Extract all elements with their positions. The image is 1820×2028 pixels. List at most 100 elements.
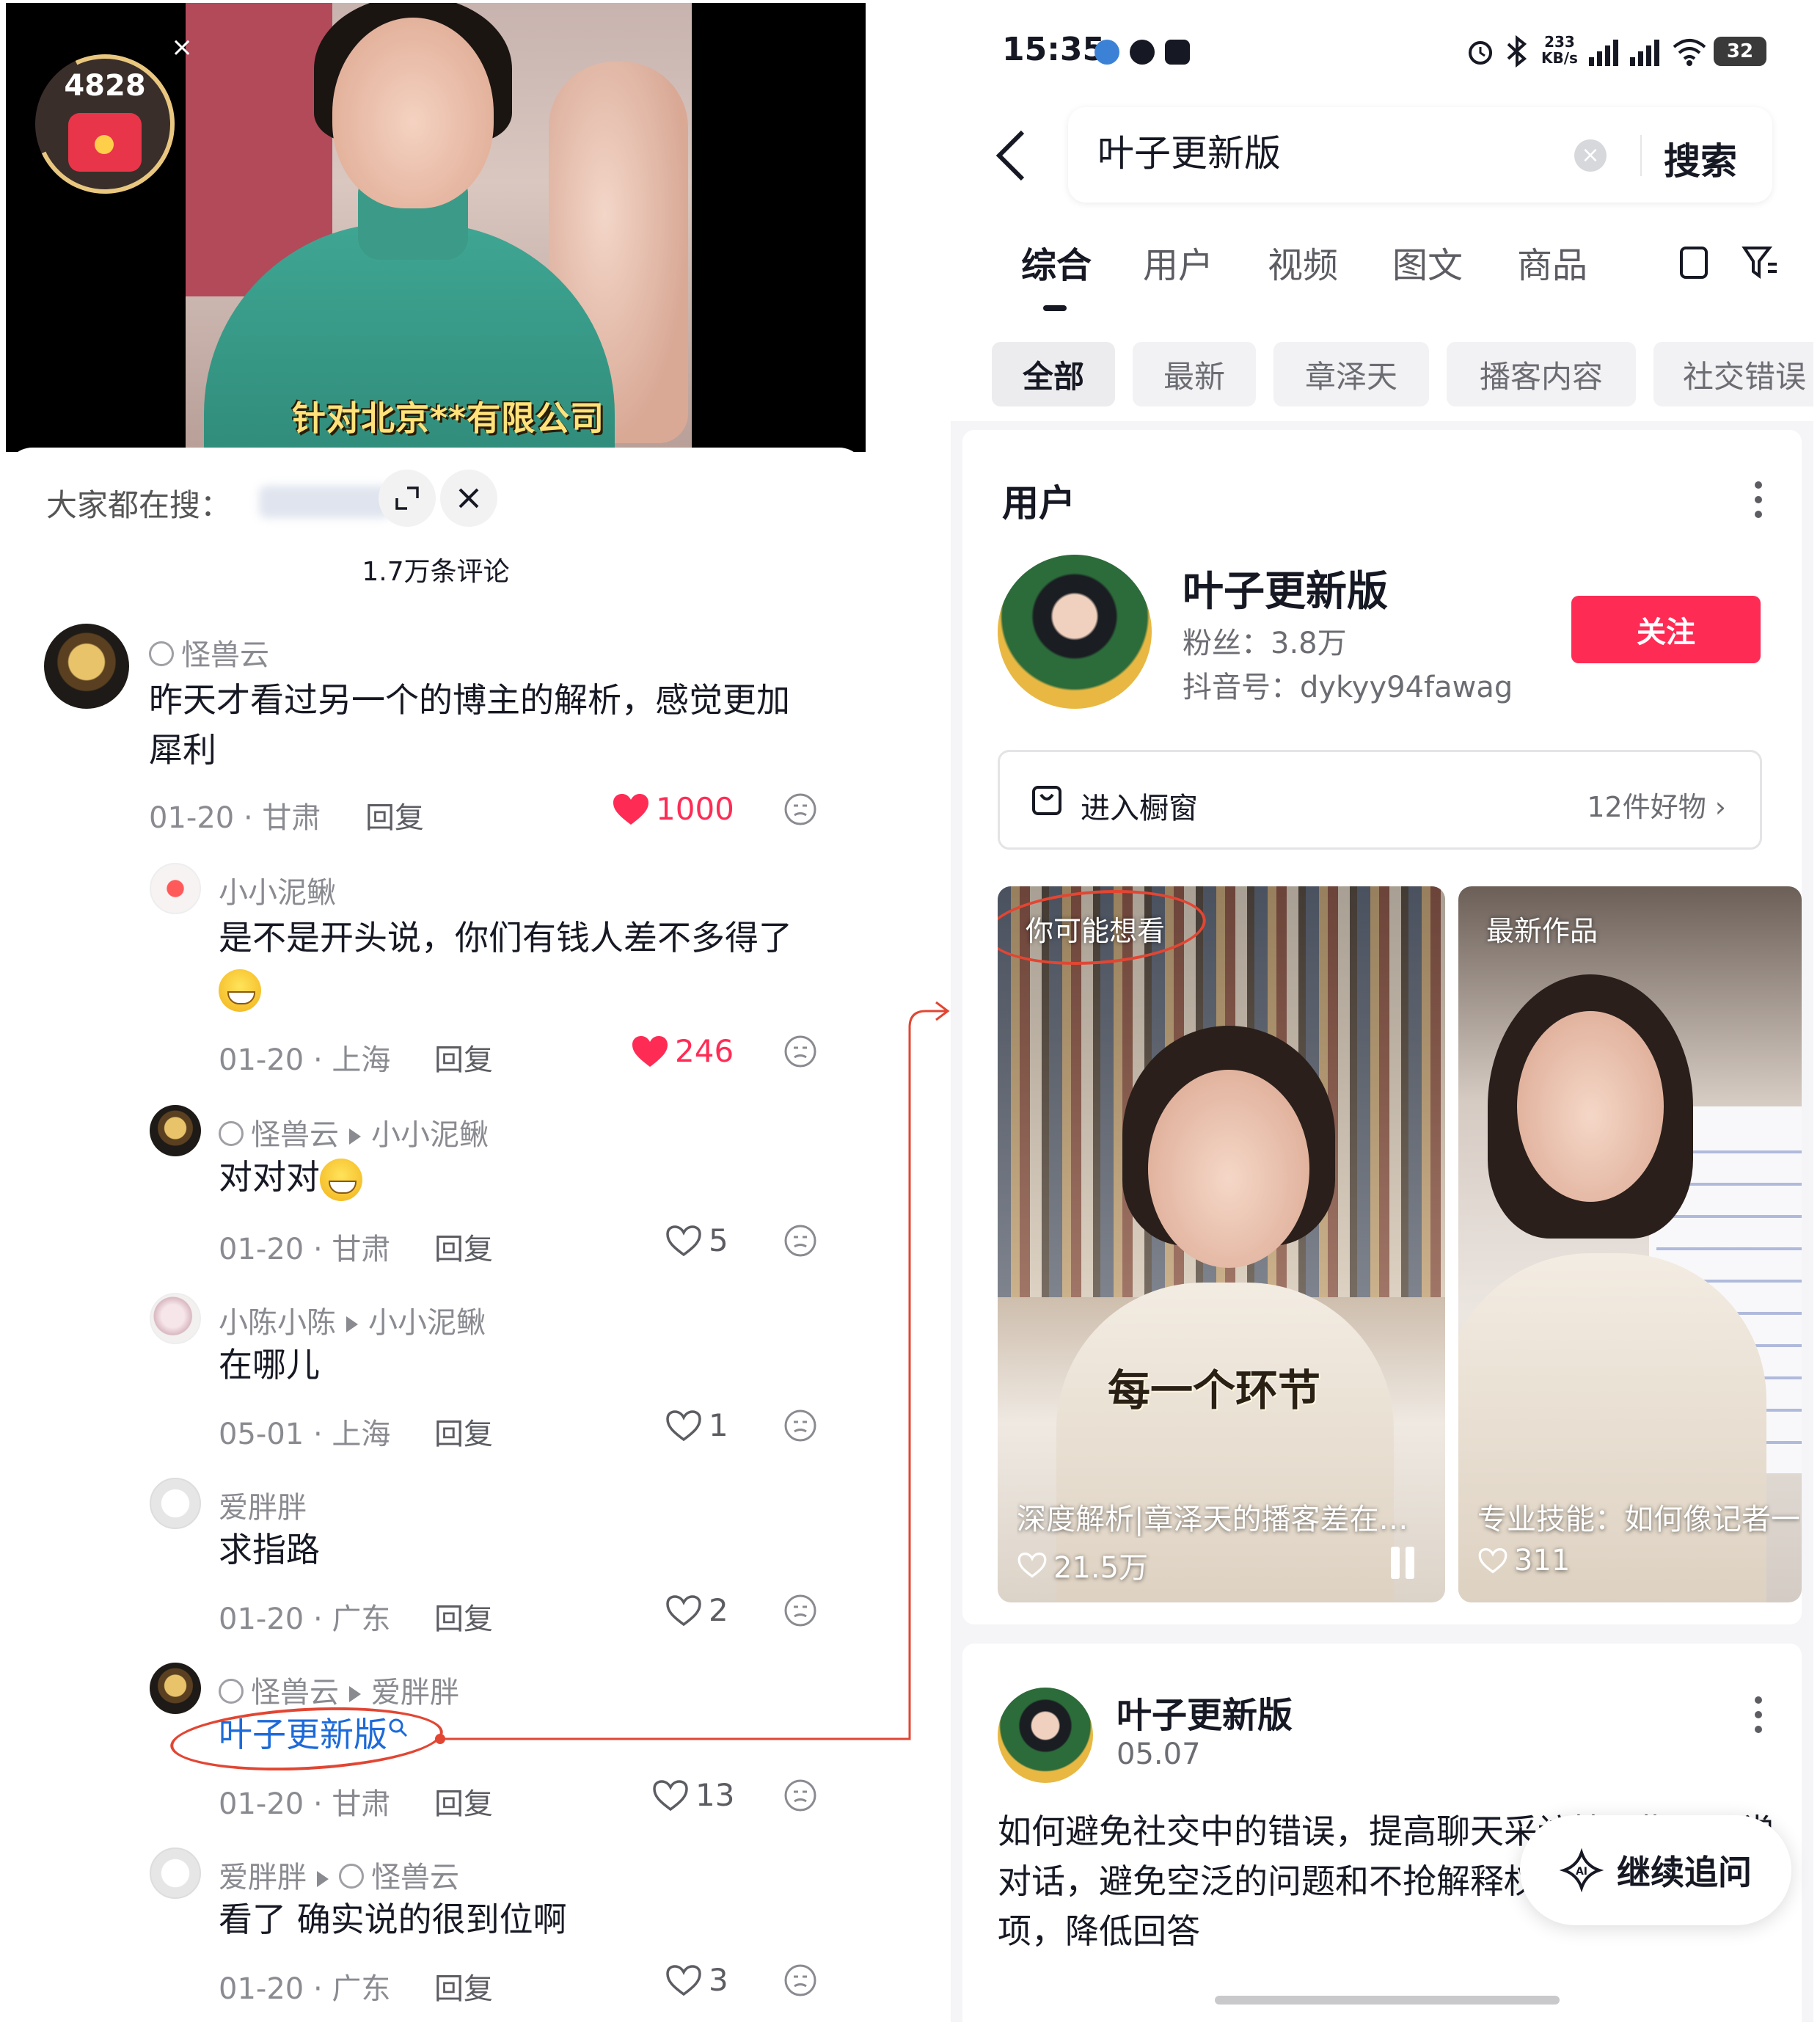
active-tab-indicator [1043, 305, 1067, 311]
comment-author[interactable]: 怪兽云 [149, 631, 269, 674]
user-result-card: 用户 叶子更新版 粉丝：3.8万 抖音号：dykyy94fawag 关注 进入橱… [962, 430, 1802, 1624]
chip-social-mistakes[interactable]: 社交错误 [1653, 342, 1813, 406]
comment-text: 昨天才看过另一个的博主的解析，感觉更加 犀利 [149, 680, 790, 770]
result-tabs: 综合 用户 视频 图文 商品 [951, 216, 1813, 326]
shopping-bag-icon [1032, 786, 1061, 815]
comment-author[interactable]: 怪兽云 爱胖胖 [219, 1668, 459, 1711]
clear-search-icon[interactable]: × [1574, 139, 1607, 172]
reply-button[interactable]: 回复 [434, 1780, 493, 1823]
chip-zhang-zetian[interactable]: 章泽天 [1273, 342, 1429, 406]
dislike-button[interactable] [783, 792, 817, 829]
home-indicator [1215, 1996, 1560, 2005]
pause-icon[interactable] [1386, 1547, 1419, 1579]
reply-to-arrow-icon [346, 1316, 358, 1332]
reply-button[interactable]: 回复 [434, 1965, 493, 2007]
reply-button[interactable]: 回复 [434, 1410, 493, 1453]
post-result-card[interactable]: 叶子更新版 05.07 如何避免社交中的错误，提高聊天采访技巧指导日常对话，避免… [962, 1644, 1802, 2022]
chip-latest[interactable]: 最新 [1133, 342, 1256, 406]
shop-count: 12件好物 › [1587, 791, 1726, 823]
search-results-screen: 15:35 233KB/s 32 × 搜索 综合 用户 视频 图文 商品 全部 … [951, 3, 1813, 2022]
avatar[interactable] [150, 1478, 201, 1529]
reply-button[interactable]: 回复 [434, 1225, 493, 1268]
trending-search-term-blurred[interactable] [259, 486, 391, 518]
avatar[interactable] [150, 1848, 201, 1899]
comment-author[interactable]: 小小泥鳅 [219, 869, 336, 911]
dislike-button[interactable] [783, 1594, 817, 1630]
more-options-icon[interactable] [1755, 1696, 1764, 1740]
post-author[interactable]: 叶子更新版 [1117, 1686, 1293, 1737]
signal-5g-icon [1589, 40, 1618, 66]
video-player[interactable]: 针对北京**有限公司 4828 × [6, 3, 866, 452]
video-card[interactable]: 最新作品 专业技能：如何像记者一 311 [1458, 886, 1802, 1602]
tab-graphic[interactable]: 图文 [1392, 236, 1463, 288]
comment-author[interactable]: 怪兽云 小小泥鳅 [219, 1111, 489, 1153]
back-arrow-icon[interactable] [995, 129, 1027, 182]
comment-date-location: 01-20 · 广东 [219, 1602, 391, 1636]
comment-author[interactable]: 爱胖胖 [219, 1484, 307, 1526]
more-options-icon[interactable] [1755, 481, 1764, 525]
comment-text: 求指路 [219, 1530, 320, 1569]
avatar[interactable] [150, 1105, 201, 1156]
like-button[interactable]: 2 [665, 1592, 728, 1628]
comment-sheet: 大家都在搜： 1.7万条评论 怪兽云 昨天才看过另一个的博主的解析，感觉更加 犀利… [6, 448, 866, 2022]
tab-videos[interactable]: 视频 [1268, 236, 1338, 288]
like-count: 1000 [656, 791, 734, 827]
comment-text: 对对对 [219, 1152, 835, 1202]
comment-text: 是不是开头说，你们有钱人差不多得了 [219, 913, 835, 1013]
chip-all[interactable]: 全部 [992, 342, 1115, 406]
device-icon[interactable] [1677, 244, 1711, 282]
comment-date-location: 01-20 · 广东 [219, 1972, 391, 2006]
close-sheet-button[interactable] [440, 470, 497, 527]
dislike-button[interactable] [783, 1779, 817, 1815]
search-input[interactable] [1097, 129, 1567, 172]
tab-users[interactable]: 用户 [1143, 236, 1213, 288]
like-count: 3 [709, 1962, 728, 1998]
comment-author[interactable]: 小陈小陈 小小泥鳅 [219, 1299, 486, 1341]
avatar[interactable] [44, 624, 129, 709]
video-tag: 最新作品 [1486, 915, 1598, 947]
reply-button[interactable]: 回复 [434, 1595, 493, 1638]
avatar[interactable] [150, 863, 201, 914]
like-count: 13 [695, 1777, 735, 1813]
user-name[interactable]: 叶子更新版 [1183, 558, 1388, 618]
chip-podcast[interactable]: 播客内容 [1447, 342, 1636, 406]
bluetooth-icon [1507, 35, 1527, 68]
tab-products[interactable]: 商品 [1517, 236, 1587, 288]
tab-comprehensive[interactable]: 综合 [1021, 236, 1092, 288]
shop-window-row[interactable]: 进入橱窗 12件好物 › [998, 750, 1762, 850]
expand-button[interactable] [379, 470, 436, 527]
dislike-button[interactable] [783, 1409, 817, 1445]
like-button[interactable]: 246 [631, 1033, 734, 1069]
follow-up-ask-button[interactable]: AI 继续追问 [1520, 1815, 1791, 1925]
dislike-button[interactable] [783, 1035, 817, 1071]
red-packet-close-icon[interactable]: × [171, 32, 193, 62]
like-count: 5 [709, 1222, 728, 1258]
avatar[interactable] [150, 1663, 201, 1714]
avatar[interactable] [150, 1293, 201, 1344]
heart-outline-icon [1478, 1548, 1507, 1574]
filter-icon[interactable] [1742, 244, 1778, 282]
user-avatar[interactable] [998, 555, 1152, 709]
like-button[interactable]: 1000 [612, 791, 734, 827]
app-notification-icon [1130, 40, 1155, 65]
like-button[interactable]: 13 [651, 1777, 734, 1813]
app-notification-icon [1094, 40, 1119, 65]
like-button[interactable]: 3 [665, 1962, 728, 1998]
like-button[interactable]: 5 [665, 1222, 728, 1258]
reply-button[interactable]: 回复 [365, 794, 424, 836]
comment-author[interactable]: 爱胖胖 怪兽云 [219, 1853, 459, 1896]
video-title: 深度解析|章泽天的播客差在… [1017, 1503, 1408, 1536]
user-fans: 粉丝：3.8万 [1183, 627, 1347, 660]
video-card[interactable]: 你可能想看 每一个环节 深度解析|章泽天的播客差在… 21.5万 [998, 886, 1445, 1602]
chevron-right-icon: › [1714, 791, 1726, 823]
post-author-avatar[interactable] [998, 1688, 1093, 1783]
dislike-face-icon [784, 793, 816, 825]
section-title: 用户 [1002, 482, 1075, 525]
dislike-button[interactable] [783, 1224, 817, 1261]
reply-button[interactable]: 回复 [434, 1036, 493, 1079]
search-bar: × 搜索 [951, 98, 1813, 216]
like-button[interactable]: 1 [665, 1407, 728, 1443]
dislike-button[interactable] [783, 1963, 817, 2000]
follow-button[interactable]: 关注 [1571, 596, 1761, 663]
search-button[interactable]: 搜索 [1664, 132, 1737, 185]
